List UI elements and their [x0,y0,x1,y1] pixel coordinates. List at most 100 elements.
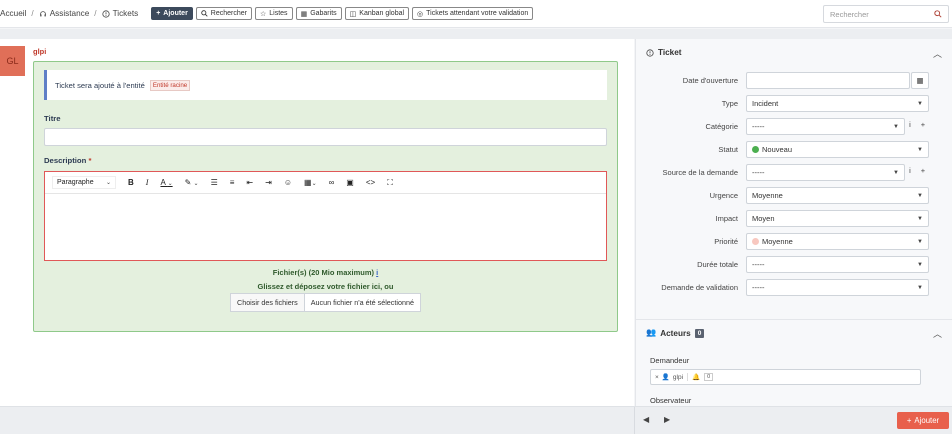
category-select[interactable]: ----- ▼ [746,118,905,135]
search-icon [201,10,208,17]
field-urgency: Urgence Moyenne ▼ [636,187,952,204]
status-select[interactable]: Nouveau ▼ [746,141,929,158]
field-impact: Impact Moyen ▼ [636,210,952,227]
actors-panel-header[interactable]: 👥 Acteurs 0 [646,328,705,338]
description-label: Description * [44,156,91,165]
duration-select[interactable]: ----- ▼ [746,256,929,273]
lists-button[interactable]: ☆ Listes [254,7,293,20]
user-icon: 👤 [661,374,670,381]
type-select[interactable]: Incident ▼ [746,95,929,112]
bottom-strip [0,434,952,440]
link-icon[interactable]: ∞ [329,178,335,187]
notify-count: 0 [704,373,714,381]
pending-validation-label: Tickets attendant votre validation [426,10,529,17]
emoji-icon[interactable]: ☺ [284,178,292,187]
caret-down-icon: ▼ [917,100,923,107]
italic-icon[interactable]: I [146,178,149,187]
info-icon[interactable]: i [905,166,915,175]
impact-select[interactable]: Moyen ▼ [746,210,929,227]
format-select[interactable]: Paragraphe ⌄ [52,176,116,189]
kanban-button-label: Kanban global [359,10,405,17]
alert-circle-icon [101,9,110,18]
lists-button-label: Listes [269,10,288,17]
status-value-wrap: Nouveau [752,145,792,154]
editor-toolbar: Paragraphe ⌄ B I A ⌄ ✎ ⌄ ☰ ≡ ⇤ ⇥ ☺ ▦⌄ ∞ ▣… [45,172,606,194]
info-icon[interactable]: i [905,120,915,129]
title-input[interactable] [44,128,607,146]
search-input[interactable]: Rechercher [830,10,869,19]
author-name[interactable]: glpi [33,47,46,56]
search-button[interactable]: Rechercher [195,7,252,20]
bold-icon[interactable]: B [128,178,134,187]
actors-count-badge: 0 [694,328,705,338]
entity-notice-text: Ticket sera ajouté à l'entité [55,80,145,90]
file-dropzone[interactable]: Fichier(s) (20 Mio maximum) i Glissez et… [44,264,607,316]
next-arrow-icon[interactable]: ▶ [664,415,670,424]
grid-icon: ▦ [300,10,308,18]
category-label: Catégorie [705,122,738,131]
source-select[interactable]: ----- ▼ [746,164,905,181]
priority-select[interactable]: Moyenne ▼ [746,233,929,250]
bullet-list-icon[interactable]: ☰ [211,178,218,187]
text-color-icon[interactable]: A ⌄ [160,178,172,187]
files-label: Fichier(s) (20 Mio maximum) i [44,268,607,277]
search-icon [934,10,942,18]
bell-icon[interactable]: 🔔 [692,373,700,381]
chevron-up-icon[interactable]: ︿ [933,327,942,340]
choose-files-button[interactable]: Choisir des fichiers [231,294,305,311]
caret-down-icon: ▼ [917,215,923,222]
priority-value-wrap: Moyenne [752,237,793,246]
priority-value: Moyenne [762,237,793,246]
breadcrumb-assistance[interactable]: Assistance [39,9,90,18]
users-icon: 👥 [646,328,657,337]
description-editor[interactable]: Paragraphe ⌄ B I A ⌄ ✎ ⌄ ☰ ≡ ⇤ ⇥ ☺ ▦⌄ ∞ ▣… [44,171,607,261]
templates-button-label: Gabarits [310,10,337,17]
main-form-area: GL glpi Ticket sera ajouté à l'entité En… [0,39,634,406]
no-file-text: Aucun fichier n'a été sélectionné [310,298,414,307]
add-button[interactable]: + Ajouter [151,7,193,20]
calendar-button[interactable]: ▦ [911,72,929,89]
validation-value: ----- [752,283,765,292]
add-icon[interactable]: + [918,166,928,175]
fullscreen-icon[interactable]: ⛶ [387,178,393,188]
breadcrumb-home[interactable]: Accueil [0,9,26,18]
kanban-button[interactable]: ◫ Kanban global [344,7,410,20]
plus-icon: + [906,416,912,425]
entity-notice: Ticket sera ajouté à l'entité Entité rac… [44,70,607,100]
image-icon[interactable]: ▣ [346,178,354,187]
calendar-icon: ▦ [916,76,924,85]
file-input[interactable]: Choisir des fichiers Aucun fichier n'a é… [230,293,421,312]
breadcrumb-assistance-label: Assistance [49,9,90,18]
chevron-up-icon[interactable]: ︿ [933,47,942,60]
validation-select[interactable]: ----- ▼ [746,279,929,296]
highlight-icon[interactable]: ✎ ⌄ [185,178,199,187]
requester-label: Demandeur [650,356,690,365]
templates-button[interactable]: ▦ Gabarits [295,7,342,20]
table-icon[interactable]: ▦⌄ [304,178,317,187]
add-icon[interactable]: + [918,120,928,129]
search-button-label: Rechercher [210,10,247,17]
entity-badge: Entité racine [149,79,191,91]
field-validation: Demande de validation ----- ▼ [636,279,952,296]
outdent-icon[interactable]: ⇤ [246,178,253,187]
drop-text: Glissez et déposez votre fichier ici, ou [257,282,394,291]
action-buttons: + Ajouter Rechercher ☆ Listes ▦ Gabarits ◫ K… [151,7,534,20]
field-duration: Durée totale ----- ▼ [636,256,952,273]
indent-icon[interactable]: ⇥ [265,178,272,187]
submit-add-label: Ajouter [914,416,940,425]
numbered-list-icon[interactable]: ≡ [230,178,235,187]
breadcrumb-tickets[interactable]: Tickets [101,9,138,18]
info-icon[interactable]: i [376,268,378,277]
opening-date-input[interactable] [746,72,910,89]
field-type: Type Incident ▼ [636,95,952,112]
ticket-panel-header[interactable]: Ticket [646,48,682,57]
prev-arrow-icon[interactable]: ◀ [643,415,649,424]
pending-validation-button[interactable]: ◎ Tickets attendant votre validation [412,7,534,20]
top-bar: Accueil / Assistance / Tickets + Ajouter … [0,0,952,28]
urgency-select[interactable]: Moyenne ▼ [746,187,929,204]
requester-select[interactable]: × 👤 glpi 🔔 0 [650,369,921,385]
code-icon[interactable]: <> [366,178,375,187]
global-search[interactable]: Rechercher [823,5,949,23]
submit-add-button[interactable]: + Ajouter [897,412,949,429]
remove-icon[interactable]: × [655,374,659,381]
